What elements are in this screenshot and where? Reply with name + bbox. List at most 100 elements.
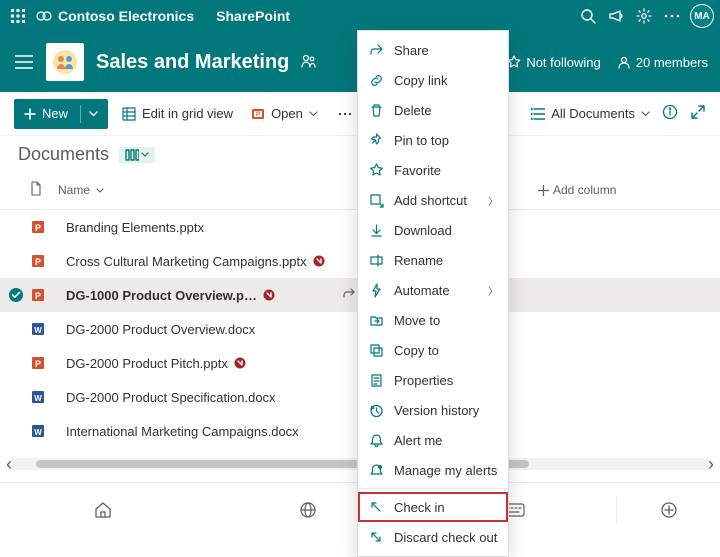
members-label: 20 members xyxy=(636,55,708,70)
more-icon[interactable] xyxy=(658,2,686,30)
svg-text:P: P xyxy=(35,359,41,369)
user-avatar[interactable]: MA xyxy=(690,4,714,28)
view-selector[interactable]: All Documents xyxy=(531,106,650,121)
menu-item-label: Check in xyxy=(394,500,498,515)
favorite-icon xyxy=(368,163,384,178)
file-name[interactable]: DG-2000 Product Specification.docx xyxy=(66,390,378,405)
site-logo[interactable] xyxy=(46,43,84,81)
open-button[interactable]: P Open xyxy=(247,102,322,125)
menu-item-copyto[interactable]: Copy to xyxy=(358,335,508,365)
pin-icon xyxy=(368,133,384,148)
share-icon xyxy=(368,43,384,58)
menu-item-addshortcut[interactable]: Add shortcut〉 xyxy=(358,185,508,215)
file-type-icon: P xyxy=(30,355,50,371)
menu-item-managealerts[interactable]: Manage my alerts xyxy=(358,455,508,485)
name-column-label: Name xyxy=(58,183,90,197)
discard-icon xyxy=(368,530,384,545)
filetype-column-icon[interactable] xyxy=(30,181,42,199)
file-type-icon: P xyxy=(30,287,50,303)
menu-item-delete[interactable]: Delete xyxy=(358,95,508,125)
chevron-down-icon xyxy=(96,188,104,193)
suite-bar: Contoso Electronics SharePoint MA xyxy=(0,0,720,32)
menu-item-label: Favorite xyxy=(394,163,498,178)
file-name[interactable]: Branding Elements.pptx xyxy=(66,220,378,235)
svg-text:W: W xyxy=(34,326,42,335)
share-row-icon[interactable] xyxy=(342,287,356,304)
rename-icon xyxy=(368,253,384,268)
settings-icon[interactable] xyxy=(630,2,658,30)
chevron-down-icon xyxy=(641,111,650,117)
chevron-right-icon: 〉 xyxy=(488,283,498,298)
scroll-right-icon[interactable]: › xyxy=(708,454,714,475)
file-type-icon: W xyxy=(30,423,50,439)
moveto-icon xyxy=(368,313,384,328)
follow-toggle[interactable]: Not following xyxy=(507,55,600,70)
scroll-left-icon[interactable]: ‹ xyxy=(6,454,12,475)
menu-item-label: Delete xyxy=(394,103,498,118)
file-type-icon: P xyxy=(30,253,50,269)
menu-item-download[interactable]: Download xyxy=(358,215,508,245)
org-logo-icon xyxy=(36,8,54,24)
library-title: Documents xyxy=(18,144,109,165)
menu-item-discard[interactable]: Discard check out xyxy=(358,522,508,552)
members-link[interactable]: 20 members xyxy=(617,55,708,70)
file-name[interactable]: DG-2000 Product Pitch.pptx xyxy=(66,356,378,371)
info-icon[interactable] xyxy=(662,104,678,123)
edit-grid-button[interactable]: Edit in grid view xyxy=(118,102,237,125)
menu-item-moveto[interactable]: Move to xyxy=(358,305,508,335)
menu-item-automate[interactable]: Automate 〉 xyxy=(358,275,508,305)
svg-text:P: P xyxy=(35,257,41,267)
context-menu: ShareCopy link Delete Pin to top Favorite Ad… xyxy=(357,30,509,557)
copylink-icon xyxy=(368,73,384,88)
view-switcher[interactable] xyxy=(119,147,155,163)
file-name[interactable]: International Marketing Campaigns.docx xyxy=(66,424,378,439)
add-column-button[interactable]: Add column xyxy=(538,183,616,197)
menu-item-label: Properties xyxy=(394,373,498,388)
menu-item-label: Pin to top xyxy=(394,133,498,148)
menu-item-share[interactable]: Share xyxy=(358,35,508,65)
menu-item-version[interactable]: Version history xyxy=(358,395,508,425)
properties-icon xyxy=(368,373,384,388)
file-name[interactable]: DG-2000 Product Overview.docx xyxy=(66,322,378,337)
checked-out-icon xyxy=(263,289,275,301)
svg-text:W: W xyxy=(34,394,42,403)
menu-item-label: Alert me xyxy=(394,433,498,448)
menu-item-checkin[interactable]: Check in xyxy=(358,492,508,522)
menu-item-rename[interactable]: Rename xyxy=(358,245,508,275)
menu-item-pin[interactable]: Pin to top xyxy=(358,125,508,155)
menu-item-copylink[interactable]: Copy link xyxy=(358,65,508,95)
menu-item-label: Move to xyxy=(394,313,498,328)
teams-icon[interactable] xyxy=(299,52,317,73)
menu-item-label: Add shortcut xyxy=(394,193,478,208)
new-button[interactable]: New xyxy=(14,99,108,129)
menu-item-properties[interactable]: Properties xyxy=(358,365,508,395)
menu-item-label: Manage my alerts xyxy=(394,463,498,478)
expand-icon[interactable] xyxy=(690,104,706,123)
search-icon[interactable] xyxy=(574,2,602,30)
file-name[interactable]: Cross Cultural Marketing Campaigns.pptx xyxy=(66,254,378,269)
copyto-icon xyxy=(368,343,384,358)
chevron-down-icon xyxy=(141,152,149,157)
nav-toggle-icon[interactable] xyxy=(12,50,36,74)
file-name[interactable]: DG-1000 Product Overview.p… xyxy=(66,288,378,303)
selected-check-icon[interactable] xyxy=(8,287,26,303)
site-name[interactable]: Sales and Marketing xyxy=(96,51,289,74)
footer-home-icon[interactable] xyxy=(0,501,205,519)
megaphone-icon[interactable] xyxy=(602,2,630,30)
svg-text:P: P xyxy=(256,112,260,118)
more-commands-button[interactable] xyxy=(332,108,358,120)
edit-grid-label: Edit in grid view xyxy=(142,106,233,121)
menu-item-label: Automate xyxy=(394,283,478,298)
app-name[interactable]: SharePoint xyxy=(216,8,290,24)
name-column-header[interactable]: Name xyxy=(58,183,388,197)
menu-item-favorite[interactable]: Favorite xyxy=(358,155,508,185)
menu-item-label: Rename xyxy=(394,253,498,268)
menu-item-alert[interactable]: Alert me xyxy=(358,425,508,455)
file-type-icon: P xyxy=(30,219,50,235)
footer-add-icon[interactable] xyxy=(617,501,720,519)
org-name[interactable]: Contoso Electronics xyxy=(58,8,194,24)
automate-icon xyxy=(368,283,384,298)
alert-icon xyxy=(368,433,384,448)
app-launcher-icon[interactable] xyxy=(6,4,30,28)
download-icon xyxy=(368,223,384,238)
